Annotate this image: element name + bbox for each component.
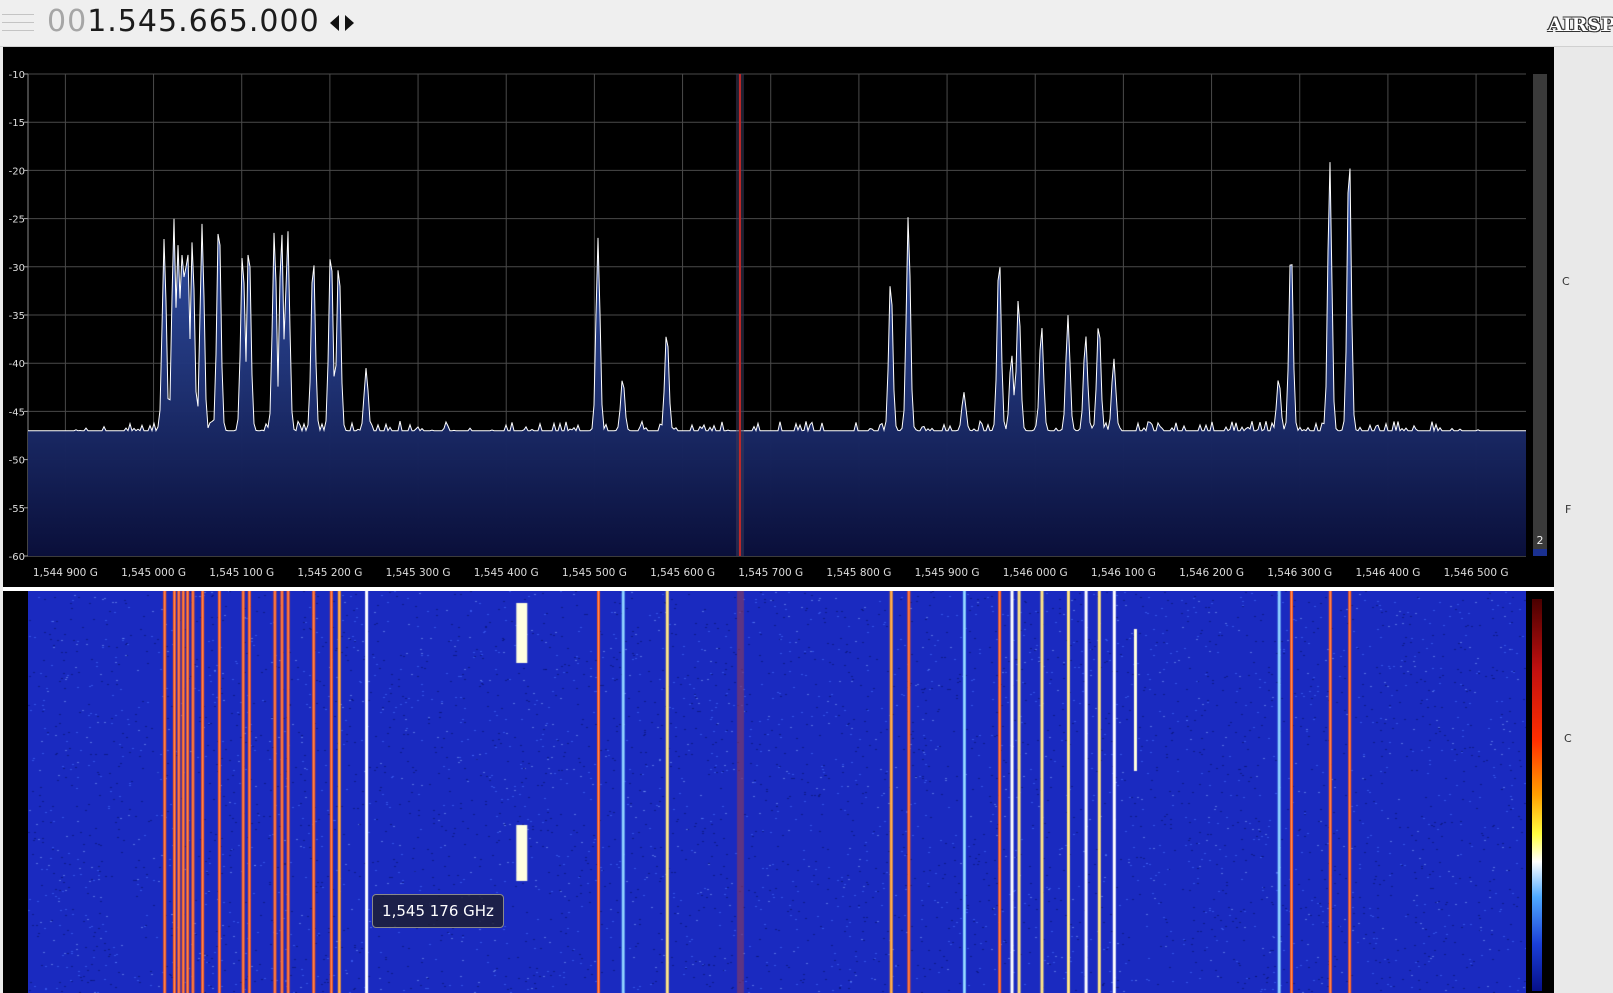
drag-grip-icon[interactable] [2,10,34,34]
level-indicator-label: 2 [1537,534,1544,547]
step-left-icon[interactable] [330,15,339,31]
db-axis-label: -35 [9,311,25,322]
frequency-axis-label: 1,546 300 G [1267,567,1332,579]
frequency-axis-label: 1,546 500 G [1444,567,1509,579]
frequency-axis-label: 1,545 600 G [650,567,715,579]
frequency-axis-label: 1,546 200 G [1179,567,1244,579]
db-axis-label: -25 [9,215,25,226]
frequency-axis-label: 1,546 000 G [1003,567,1068,579]
spectrum-trace [28,162,1526,433]
step-right-icon[interactable] [345,15,354,31]
frequency-leading-digits: 00 [47,4,88,39]
spectrum-fill [28,162,1526,556]
frequency-axis-label: 1,545 100 G [209,567,274,579]
app-logo: AIRSPY [1548,14,1613,36]
waterfall-color-scale [1532,599,1542,991]
frequency-toolbar: 001.545.665.000 AIRSPY [0,0,1613,47]
side-panel-label: F [1565,503,1572,516]
frequency-axis-label: 1,545 200 G [297,567,362,579]
waterfall-canvas[interactable] [28,591,1526,993]
spectrum-analyzer[interactable]: -10 -15 -20 -25 -30 -35 -40 -45 -50 -55 -60 1,544 9… [3,47,1554,587]
db-axis-label: -55 [9,504,25,515]
level-bar-fill [1533,549,1547,556]
db-axis-label: -20 [9,166,25,177]
side-panel-label: C [1562,275,1570,288]
frequency-axis-label: 1,545 500 G [562,567,627,579]
frequency-axis-label: 1,545 000 G [121,567,186,579]
frequency-axis-label: 1,545 800 G [826,567,891,579]
frequency-axis-label: 1,544 900 G [33,567,98,579]
frequency-step-control[interactable] [330,12,360,32]
side-panel-label: C [1564,732,1572,745]
frequency-axis-label: 1,545 700 G [738,567,803,579]
waterfall-display[interactable]: 1,545 176 GHz [3,591,1554,993]
frequency-axis-label: 1,545 900 G [915,567,980,579]
db-axis-label: -45 [9,407,25,418]
frequency-axis-label: 1,545 300 G [386,567,451,579]
db-axis-label: -10 [9,70,25,81]
db-axis-label: -60 [9,552,25,563]
frequency-digits: 1.545.665.000 [87,4,320,39]
frequency-display[interactable]: 001.545.665.000 [47,2,320,42]
frequency-axis-label: 1,546 400 G [1355,567,1420,579]
frequency-tooltip: 1,545 176 GHz [372,894,504,928]
db-axis-label: -40 [9,359,25,370]
level-bar [1533,74,1547,556]
db-axis-label: -15 [9,118,25,129]
frequency-axis-label: 1,546 100 G [1091,567,1156,579]
side-panel-edge: C F C [1554,47,1613,993]
spectrum-plot[interactable]: -10 -15 -20 -25 -30 -35 -40 -45 -50 -55 -60 1,544 9… [3,47,1554,587]
db-axis-label: -30 [9,263,25,274]
db-axis-label: -50 [9,456,25,467]
frequency-axis-label: 1,545 400 G [474,567,539,579]
